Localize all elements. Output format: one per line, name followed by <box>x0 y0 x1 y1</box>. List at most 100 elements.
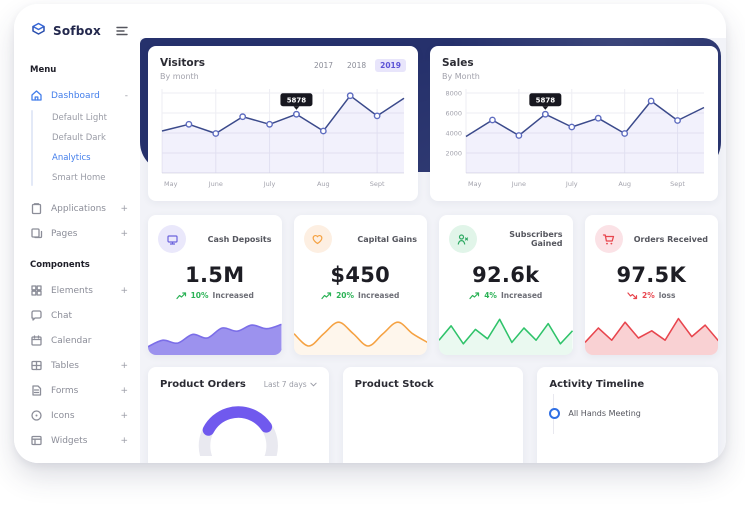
sidebar-item-pages[interactable]: Pages + <box>14 221 140 246</box>
sales-card: Sales By Month 8000600040002000MayJuneJu… <box>430 46 718 201</box>
dashboard-submenu: Default Light Default Dark Analytics Sma… <box>14 108 140 188</box>
sidebar-item-calendar[interactable]: Calendar <box>14 328 140 353</box>
expand-glyph: + <box>120 436 128 446</box>
chevron-down-icon <box>310 382 317 387</box>
brand-name: Sofbox <box>53 24 110 38</box>
components-section-label: Components <box>14 260 140 270</box>
table-icon <box>30 359 43 372</box>
svg-text:4000: 4000 <box>445 130 462 138</box>
dashboard-panel: Sofbox Menu Dashboard - Default Light De… <box>14 4 726 463</box>
svg-text:July: July <box>263 180 276 188</box>
svg-text:8000: 8000 <box>445 90 462 98</box>
sidebar-item-label: Pages <box>51 229 112 239</box>
trend-down-icon <box>627 292 638 300</box>
target-icon <box>30 409 43 422</box>
timeline-label: All Hands Meeting <box>568 409 641 418</box>
sidebar-item-label: Widgets <box>51 436 112 446</box>
user-icon <box>449 225 477 253</box>
widgets-icon <box>30 434 43 447</box>
product-orders-card: Product Orders Last 7 days <box>148 367 329 463</box>
sidebar-item-label: Elements <box>51 286 112 296</box>
page: Sofbox Menu Dashboard - Default Light De… <box>0 0 745 513</box>
year-tab-2019[interactable]: 2019 <box>375 59 406 72</box>
stat-title: Capital Gains <box>357 235 417 244</box>
year-tabs: 2017 2018 2019 <box>309 59 406 72</box>
main-area: Analytics Home > Dashboard > Analytics <box>140 4 726 463</box>
sidebar-toggle-icon[interactable] <box>116 26 128 36</box>
stat-value: 97.5K <box>585 263 719 287</box>
sidebar-item-label: Chat <box>51 311 120 321</box>
svg-text:Sept: Sept <box>670 180 685 188</box>
sidebar-item-dashboard[interactable]: Dashboard - <box>14 83 140 108</box>
sales-line-chart: 8000600040002000MayJuneJulyAugSept5878 <box>442 85 706 189</box>
stat-title: Subscribers Gained <box>477 230 563 248</box>
timeline-bullet <box>549 408 560 419</box>
subscribers-sparkline <box>439 309 573 355</box>
year-tab-2018[interactable]: 2018 <box>342 59 371 72</box>
svg-text:Aug: Aug <box>618 180 631 188</box>
visitors-card: Visitors By month 2017 2018 2019 May June… <box>148 46 418 201</box>
sales-title: Sales <box>442 57 480 69</box>
sidebar-item-label: Applications <box>51 204 112 214</box>
svg-text:May: May <box>164 180 178 188</box>
stat-value: 1.5M <box>148 263 282 287</box>
stat-value: $450 <box>294 263 428 287</box>
stat-card-orders-received: Orders Received 97.5K 2%loss <box>585 215 719 355</box>
expand-glyph: + <box>120 411 128 421</box>
expand-glyph: + <box>120 204 128 214</box>
grid-icon <box>30 284 43 297</box>
svg-text:July: July <box>565 180 578 188</box>
calendar-icon <box>30 334 43 347</box>
menu-section-label: Menu <box>14 65 140 75</box>
sidebar-subitem-default-light[interactable]: Default Light <box>14 108 140 128</box>
sidebar: Sofbox Menu Dashboard - Default Light De… <box>14 4 140 463</box>
stat-trend: 10%Increased <box>148 291 282 300</box>
sidebar-item-forms[interactable]: Forms + <box>14 378 140 403</box>
product-stock-card: Product Stock <box>343 367 524 463</box>
collapse-glyph: - <box>125 91 128 101</box>
product-orders-title: Product Orders <box>160 379 246 390</box>
sidebar-item-label: Calendar <box>51 336 120 346</box>
card-machine-icon <box>158 225 186 253</box>
orders-donut-chart <box>160 396 317 460</box>
sidebar-item-label: Forms <box>51 386 112 396</box>
sidebar-item-applications[interactable]: Applications + <box>14 196 140 221</box>
sidebar-subitem-smart-home[interactable]: Smart Home <box>14 168 140 188</box>
visitors-line-chart: MayJuneJulyAugSept5878 <box>160 85 406 189</box>
expand-glyph: + <box>120 229 128 239</box>
sidebar-item-icons[interactable]: Icons + <box>14 403 140 428</box>
orders-filter-dropdown[interactable]: Last 7 days <box>264 380 317 389</box>
sidebar-item-elements[interactable]: Elements + <box>14 278 140 303</box>
content: Visitors By month 2017 2018 2019 May June… <box>140 4 726 463</box>
pages-icon <box>30 227 43 240</box>
svg-text:Sept: Sept <box>370 180 385 188</box>
svg-text:June: June <box>208 180 223 188</box>
sidebar-item-tables[interactable]: Tables + <box>14 353 140 378</box>
heart-icon <box>304 225 332 253</box>
svg-text:June: June <box>511 180 526 188</box>
sidebar-item-label: Dashboard <box>51 91 117 101</box>
clipboard-icon <box>30 202 43 215</box>
visitors-subtitle: By month <box>160 72 205 81</box>
cash-deposits-sparkline <box>148 309 282 355</box>
sidebar-subitem-analytics[interactable]: Analytics <box>14 148 140 168</box>
visitors-title: Visitors <box>160 57 205 69</box>
year-tab-2017[interactable]: 2017 <box>309 59 338 72</box>
stat-title: Orders Received <box>634 235 708 244</box>
sidebar-item-chat[interactable]: Chat <box>14 303 140 328</box>
expand-glyph: + <box>120 386 128 396</box>
sidebar-item-label: Tables <box>51 361 112 371</box>
svg-text:5878: 5878 <box>287 96 307 104</box>
stat-title: Cash Deposits <box>208 235 272 244</box>
activity-timeline-card: Activity Timeline All Hands Meeting <box>537 367 718 463</box>
cart-icon <box>595 225 623 253</box>
sidebar-subitem-default-dark[interactable]: Default Dark <box>14 128 140 148</box>
stat-trend: 20%Increased <box>294 291 428 300</box>
logo-row: Sofbox <box>14 20 140 41</box>
orders-sparkline <box>585 309 719 355</box>
timeline-item[interactable]: All Hands Meeting <box>549 408 706 419</box>
sidebar-item-label: Icons <box>51 411 112 421</box>
svg-text:May: May <box>468 180 482 188</box>
svg-text:2000: 2000 <box>445 150 462 158</box>
sidebar-item-widgets[interactable]: Widgets + <box>14 428 140 453</box>
